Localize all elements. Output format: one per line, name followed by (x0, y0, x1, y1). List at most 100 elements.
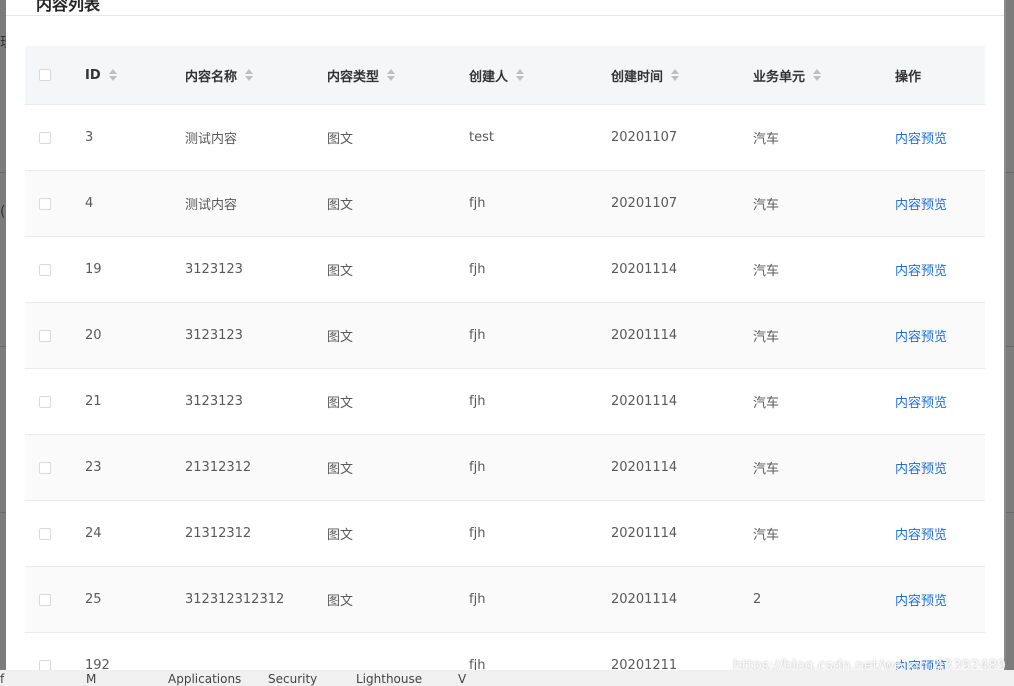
table-row: 25 312312312312 图文 fjh 20201114 2 内容预览 (25, 567, 985, 633)
preview-link[interactable]: 内容预览 (895, 194, 947, 213)
column-header-unit[interactable]: 业务单元 (753, 46, 822, 104)
cell-type: 图文 (327, 198, 354, 213)
row-checkbox[interactable] (39, 395, 51, 408)
cell-created: 20201114 (611, 262, 678, 277)
cell-type: 图文 (327, 396, 354, 411)
row-checkbox[interactable] (39, 131, 51, 144)
table-row: 3 测试内容 图文 test 20201107 汽车 内容预览 (25, 105, 985, 171)
cell-name: 21312312 (185, 460, 252, 475)
sort-icon[interactable] (813, 69, 822, 81)
cell-name: 测试内容 (185, 132, 238, 147)
cell-unit: 汽车 (753, 330, 780, 345)
table-row: 20 3123123 图文 fjh 20201114 汽车 内容预览 (25, 303, 985, 369)
sort-icon[interactable] (516, 69, 525, 81)
preview-link[interactable]: 内容预览 (895, 590, 947, 609)
sort-icon[interactable] (108, 69, 117, 81)
cell-type: 图文 (327, 132, 354, 147)
column-header-actions: 操作 (895, 69, 922, 85)
cell-creator: fjh (469, 394, 486, 409)
column-header-id[interactable]: ID (85, 46, 117, 104)
content-list-modal: 内容列表 ID 内容名称 内容类型 创建人 创建时间 业务单元 操作 3 测试内… (6, 0, 1004, 670)
preview-link[interactable]: 内容预览 (895, 392, 947, 411)
cell-unit: 2 (753, 592, 762, 607)
table-row: 23 21312312 图文 fjh 20201114 汽车 内容预览 (25, 435, 985, 501)
cell-created: 20201114 (611, 592, 678, 607)
cell-id: 3 (85, 130, 94, 145)
backdrop-glyph: ( (0, 204, 6, 220)
row-checkbox[interactable] (39, 461, 51, 474)
column-header-name[interactable]: 内容名称 (185, 46, 254, 104)
cell-unit: 汽车 (753, 198, 780, 213)
select-all-checkbox[interactable] (39, 69, 51, 81)
cell-id: 4 (85, 196, 94, 211)
cell-created: 20201114 (611, 460, 678, 475)
cell-id: 25 (85, 592, 102, 607)
column-header-type[interactable]: 内容类型 (327, 46, 396, 104)
preview-link[interactable]: 内容预览 (895, 326, 947, 345)
cell-unit: 汽车 (753, 528, 780, 543)
row-checkbox[interactable] (39, 197, 51, 210)
cell-creator: fjh (469, 196, 486, 211)
cell-name: 3123123 (185, 262, 243, 277)
devtools-tab[interactable]: V (458, 672, 466, 686)
table-row: 24 21312312 图文 fjh 20201114 汽车 内容预览 (25, 501, 985, 567)
table-row: 4 测试内容 图文 fjh 20201107 汽车 内容预览 (25, 171, 985, 237)
cell-creator: fjh (469, 658, 486, 670)
cell-id: 21 (85, 394, 102, 409)
backdrop-right (1006, 0, 1014, 686)
cell-unit: 汽车 (753, 396, 780, 411)
column-header-creator[interactable]: 创建人 (469, 46, 525, 104)
cell-id: 20 (85, 328, 102, 343)
cell-creator: test (469, 130, 494, 145)
cell-created: 20201114 (611, 394, 678, 409)
cell-name: 3123123 (185, 394, 243, 409)
cell-created: 20201107 (611, 130, 678, 145)
preview-link[interactable]: 内容预览 (895, 128, 947, 147)
cell-name: 21312312 (185, 526, 252, 541)
table-header-row: ID 内容名称 内容类型 创建人 创建时间 业务单元 操作 (25, 46, 985, 105)
cell-created: 20201114 (611, 526, 678, 541)
cell-id: 23 (85, 460, 102, 475)
cell-id: 24 (85, 526, 102, 541)
modal-title: 内容列表 (36, 0, 101, 14)
row-checkbox[interactable] (39, 263, 51, 276)
row-checkbox[interactable] (39, 659, 51, 670)
row-checkbox[interactable] (39, 329, 51, 342)
cell-id: 192 (85, 658, 110, 670)
sort-icon[interactable] (387, 69, 396, 81)
cell-creator: fjh (469, 592, 486, 607)
column-header-created[interactable]: 创建时间 (611, 46, 680, 104)
cell-unit: 汽车 (753, 264, 780, 279)
devtools-tab[interactable]: M (86, 672, 96, 686)
content-table: ID 内容名称 内容类型 创建人 创建时间 业务单元 操作 3 测试内容 图文 … (25, 46, 985, 670)
devtools-tab[interactable]: Security (268, 672, 317, 686)
devtools-tab[interactable]: Lighthouse (356, 672, 422, 686)
cell-name: 测试内容 (185, 198, 238, 213)
cell-name: 3123123 (185, 328, 243, 343)
cell-creator: fjh (469, 460, 486, 475)
preview-link[interactable]: 内容预览 (895, 458, 947, 477)
sort-icon[interactable] (245, 69, 254, 81)
cell-name: 312312312312 (185, 592, 285, 607)
cell-created: 20201107 (611, 196, 678, 211)
cell-creator: fjh (469, 526, 486, 541)
cell-creator: fjh (469, 328, 486, 343)
cell-type: 图文 (327, 264, 354, 279)
row-checkbox[interactable] (39, 527, 51, 540)
preview-link[interactable]: 内容预览 (895, 260, 947, 279)
sort-icon[interactable] (671, 69, 680, 81)
cell-unit: 汽车 (753, 462, 780, 477)
table-row: 21 3123123 图文 fjh 20201114 汽车 内容预览 (25, 369, 985, 435)
cell-creator: fjh (469, 262, 486, 277)
cell-type: 图文 (327, 528, 354, 543)
devtools-tab[interactable]: f (0, 672, 4, 686)
preview-link[interactable]: 内容预览 (895, 524, 947, 543)
cell-type: 图文 (327, 594, 354, 609)
browser-devtools-tabs: f M Applications Security Lighthouse V (0, 670, 1014, 686)
cell-created: 20201114 (611, 328, 678, 343)
cell-id: 19 (85, 262, 102, 277)
table-row: 19 3123123 图文 fjh 20201114 汽车 内容预览 (25, 237, 985, 303)
devtools-tab[interactable]: Applications (168, 672, 241, 686)
modal-header: 内容列表 (6, 0, 1004, 16)
row-checkbox[interactable] (39, 593, 51, 606)
